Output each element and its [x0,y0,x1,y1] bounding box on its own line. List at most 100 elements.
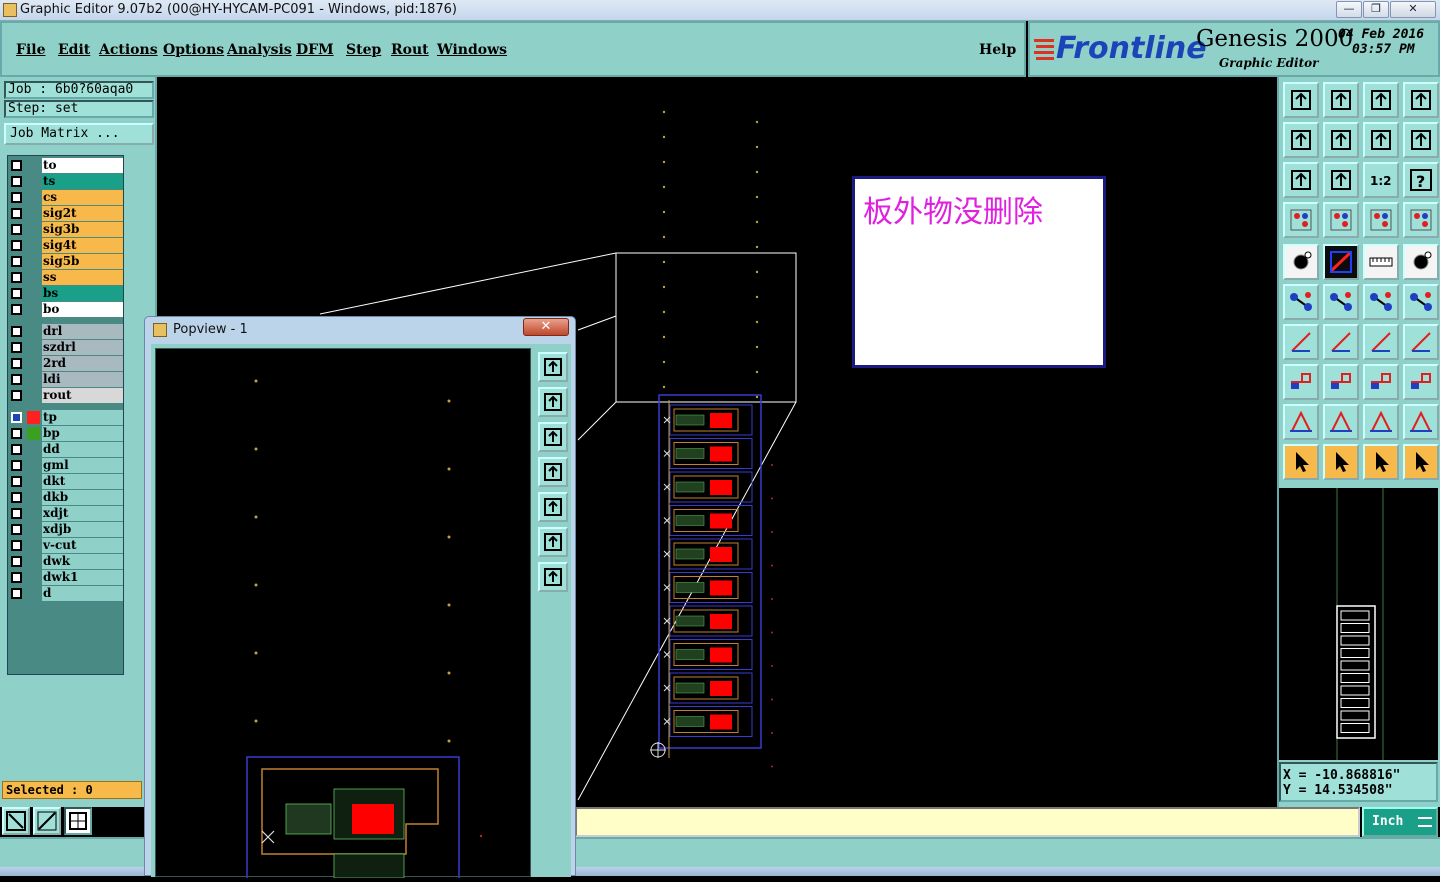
measure-icon[interactable] [33,807,61,835]
layer-row-xdjb[interactable]: xdjb [8,522,125,538]
popview-center-icon[interactable] [538,562,568,592]
layer-checkbox[interactable] [11,288,22,299]
triangle-1-icon[interactable] [1283,404,1319,440]
layer-row-to[interactable]: to [8,158,125,174]
layer-row-sig5b[interactable]: sig5b [8,254,125,270]
layer-checkbox[interactable] [11,540,22,551]
help-icon[interactable]: ? [1403,162,1439,198]
route-icon[interactable] [1323,244,1359,280]
layer-checkbox[interactable] [11,160,22,171]
layer-row-v-cut[interactable]: v-cut [8,538,125,554]
menu-windows[interactable]: Windows [437,42,507,58]
line-blue-icon[interactable] [1403,284,1439,320]
job-matrix-button[interactable]: Job Matrix ... [4,123,154,145]
scale-1-2-icon[interactable]: 1:2 [1363,162,1399,198]
layer-row-sig4t[interactable]: sig4t [8,238,125,254]
layer-checkbox[interactable] [11,304,22,315]
popview-pan-right-icon[interactable] [538,492,568,522]
arc-icon[interactable] [1363,324,1399,360]
layer-row-ss[interactable]: ss [8,270,125,286]
command-input[interactable] [575,807,1360,837]
layer-checkbox[interactable] [11,176,22,187]
popview-close-button[interactable]: ✕ [523,318,569,336]
layer-checkbox[interactable] [11,342,22,353]
layer-row-ldi[interactable]: ldi [8,372,125,388]
layer-checkbox[interactable] [11,374,22,385]
layer-checkbox[interactable] [11,192,22,203]
layer-row-drl[interactable]: drl [8,324,125,340]
layer-checkbox[interactable] [11,492,22,503]
filter-icon[interactable] [1283,202,1319,238]
grid-snap-icon[interactable] [64,807,92,835]
layer-row-dkt[interactable]: dkt [8,474,125,490]
menu-step[interactable]: Step [346,42,381,58]
layer-row-tp[interactable]: tp [8,410,125,426]
layer-checkbox[interactable] [11,428,22,439]
dot-icon[interactable] [1403,244,1439,280]
corner-icon[interactable] [1283,364,1319,400]
restore-button[interactable]: ❐ [1363,1,1389,18]
popview-page-down-icon[interactable] [538,422,568,452]
layer-checkbox[interactable] [11,412,22,423]
net-icon[interactable] [1283,284,1319,320]
popview-page-up-icon[interactable] [538,387,568,417]
diagonal-icon[interactable] [1323,324,1359,360]
menu-help[interactable]: Help [979,42,1016,58]
layer-row-ts[interactable]: ts [8,174,125,190]
layer-row-cs[interactable]: cs [8,190,125,206]
layer-checkbox[interactable] [11,390,22,401]
page-up-icon[interactable] [1283,82,1319,118]
layer-checkbox[interactable] [11,224,22,235]
pointer-box-icon[interactable] [1323,444,1359,480]
layer-row-dwk[interactable]: dwk [8,554,125,570]
zoom-center-icon[interactable] [1323,162,1359,198]
menu-analysis[interactable]: Analysis [227,42,292,58]
menu-file[interactable]: File [16,42,45,58]
units-selector[interactable]: Inch [1362,807,1438,837]
layer-checkbox[interactable] [11,326,22,337]
pad-icon[interactable] [1283,244,1319,280]
close-button[interactable]: ✕ [1390,1,1436,18]
triangle-3-icon[interactable] [1363,404,1399,440]
layer-row-d[interactable]: d [8,586,125,602]
zoom-fit-icon[interactable] [1283,162,1319,198]
snap-red-2-icon[interactable] [1403,202,1439,238]
popview-zoom-in-icon[interactable] [538,352,568,382]
menu-dfm[interactable]: DFM [296,42,334,58]
home-icon[interactable] [1363,82,1399,118]
grid-icon[interactable] [1323,202,1359,238]
layer-checkbox[interactable] [11,508,22,519]
layer-checkbox[interactable] [11,460,22,471]
popview-fit-icon[interactable] [538,527,568,557]
layer-checkbox[interactable] [11,444,22,455]
layer-checkbox[interactable] [11,572,22,583]
layer-row-2rd[interactable]: 2rd [8,356,125,372]
triangle-4-icon[interactable] [1403,404,1439,440]
pointer-circle-icon[interactable] [1363,444,1399,480]
page-down-icon[interactable] [1323,82,1359,118]
layer-row-bs[interactable]: bs [8,286,125,302]
layer-row-bp[interactable]: bp [8,426,125,442]
layer-checkbox[interactable] [11,476,22,487]
layer-row-xdjt[interactable]: xdjt [8,506,125,522]
split-view-icon[interactable] [1403,82,1439,118]
rotate-s-icon[interactable] [1403,122,1439,158]
menu-rout[interactable]: Rout [391,42,429,58]
minimize-button[interactable]: — [1336,1,1362,18]
menu-edit[interactable]: Edit [58,42,90,58]
layer-row-dwk1[interactable]: dwk1 [8,570,125,586]
layer-row-gml[interactable]: gml [8,458,125,474]
layer-row-rout[interactable]: rout [8,388,125,404]
pan-right-icon[interactable] [1323,122,1359,158]
zoom-area-icon[interactable] [2,807,30,835]
menu-options[interactable]: Options [163,42,224,58]
layer-row-dd[interactable]: dd [8,442,125,458]
popview-pan-left-icon[interactable] [538,457,568,487]
layer-row-sig3b[interactable]: sig3b [8,222,125,238]
layer-checkbox[interactable] [11,358,22,369]
layer-checkbox[interactable] [11,256,22,267]
popview-canvas[interactable] [155,348,531,882]
layer-checkbox[interactable] [11,240,22,251]
minus-icon[interactable] [1323,364,1359,400]
mirror-icon[interactable] [1363,122,1399,158]
